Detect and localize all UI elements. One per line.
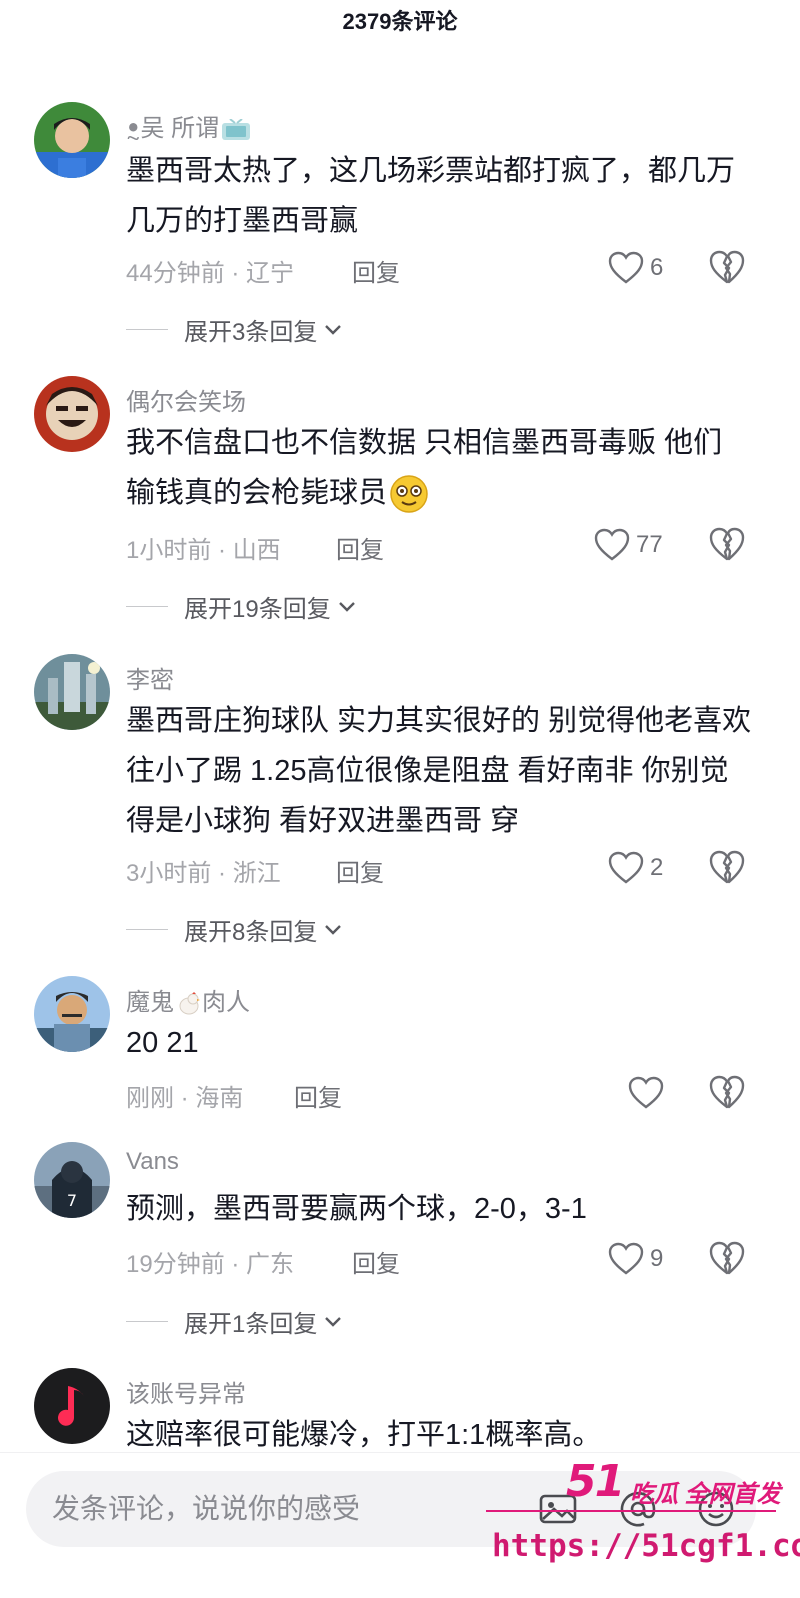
expand-replies-label: 展开8条回复 (184, 919, 318, 946)
comment-meta: 刚刚 · 海南 (126, 1085, 244, 1112)
comment-location: 山西 (232, 537, 281, 564)
heart-icon (608, 251, 644, 284)
like-button[interactable]: 2 (608, 851, 663, 885)
comment-username[interactable]: 该账号异常 (126, 1374, 246, 1409)
comment-location: 浙江 (232, 860, 281, 887)
like-count: 9 (650, 1245, 664, 1272)
dislike-button[interactable] (708, 249, 746, 285)
comment-location: 广东 (246, 1251, 295, 1278)
chevron-down-icon (325, 1316, 342, 1327)
divider-line (126, 606, 168, 607)
comment-username[interactable]: Vans (126, 1148, 179, 1176)
comment-time: 3小时前 (126, 860, 212, 887)
dislike-button[interactable] (708, 1074, 746, 1110)
comment-text: 墨西哥庄狗球队 实力其实很好的 别觉得他老喜欢往小了踢 1.25高位很像是阻盘 … (126, 705, 752, 837)
watermark-underline (486, 1510, 776, 1512)
comment-meta: 1小时前 · 山西 (126, 537, 281, 564)
heart-icon (594, 528, 630, 561)
divider-line (126, 1321, 168, 1322)
expand-replies-button[interactable]: 展开1条回复 (126, 1304, 343, 1339)
comment-username[interactable]: 偶尔会笑场 (126, 382, 246, 417)
chevron-down-icon (338, 601, 355, 612)
dislike-button[interactable] (708, 526, 746, 562)
dislike-button[interactable] (708, 1240, 746, 1276)
reply-button[interactable]: 回复 (336, 853, 384, 888)
heart-icon (608, 1242, 644, 1275)
avatar[interactable] (34, 102, 110, 178)
comment-input[interactable] (52, 1471, 512, 1547)
expand-replies-label: 展开1条回复 (184, 1311, 318, 1338)
watermark-url: https://51cgf1.com (492, 1528, 800, 1564)
watermark: 51 吃瓜 全网首发 https://51cgf1.com (486, 1452, 800, 1598)
comment-text: 我不信盘口也不信数据 只相信墨西哥毒贩 他们输钱真的会枪毙球员 (126, 418, 736, 518)
chevron-down-icon (325, 924, 342, 935)
comment-meta: 19分钟前 · 广东 (126, 1251, 295, 1278)
like-count: 77 (636, 531, 663, 558)
divider-line (126, 929, 168, 930)
divider-line (126, 329, 168, 330)
comment-meta: 44分钟前 · 辽宁 (126, 260, 295, 287)
like-button[interactable]: 77 (594, 528, 663, 562)
expand-replies-button[interactable]: 展开19条回复 (126, 589, 357, 624)
reply-button[interactable]: 回复 (336, 530, 384, 565)
comment-text: 墨西哥太热了，这几场彩票站都打疯了，都几万几万的打墨西哥赢 (126, 155, 736, 237)
comment-text: 预测，墨西哥要赢两个球，2-0，3-1 (126, 1193, 587, 1225)
comment-username[interactable]: 魔鬼 肉人 (126, 982, 250, 1017)
comment-username[interactable]: ꔸ吴 所谓 (126, 108, 251, 143)
like-button[interactable] (628, 1076, 664, 1110)
comment-time: 44分钟前 (126, 260, 225, 287)
comment-text: 20 21 (126, 1027, 199, 1059)
expand-replies-label: 展开3条回复 (184, 319, 318, 346)
tv-emoji-icon (221, 117, 251, 141)
chevron-down-icon (325, 324, 342, 335)
avatar[interactable]: 7 (34, 1142, 110, 1218)
watermark-brand: 51 (566, 1456, 625, 1507)
comment-count-title: 2379条评论 (342, 9, 458, 34)
avatar[interactable] (34, 376, 110, 452)
expand-replies-button[interactable]: 展开8条回复 (126, 912, 343, 947)
reply-button[interactable]: 回复 (352, 253, 400, 288)
dizzy-face-emoji-icon (389, 474, 429, 514)
comment-location: 辽宁 (246, 260, 295, 287)
avatar[interactable] (34, 1368, 110, 1444)
like-button[interactable]: 9 (608, 1242, 663, 1276)
comment-time: 1小时前 (126, 537, 212, 564)
comment-location: 海南 (195, 1085, 244, 1112)
broken-heart-icon (709, 527, 745, 561)
avatar[interactable] (34, 976, 110, 1052)
heart-icon (608, 851, 644, 884)
like-button[interactable]: 6 (608, 251, 663, 285)
expand-replies-button[interactable]: 展开3条回复 (126, 312, 343, 347)
reply-button[interactable]: 回复 (352, 1244, 400, 1279)
broken-heart-icon (709, 1241, 745, 1275)
dislike-button[interactable] (708, 849, 746, 885)
expand-replies-label: 展开19条回复 (184, 596, 331, 623)
comment-meta: 3小时前 · 浙江 (126, 860, 281, 887)
like-count: 6 (650, 254, 664, 281)
like-count: 2 (650, 854, 664, 881)
broken-heart-icon (709, 850, 745, 884)
chicken-emoji-icon (176, 991, 202, 1017)
comments-header: 2379条评论 (0, 0, 800, 44)
heart-icon (628, 1076, 664, 1109)
broken-heart-icon (709, 250, 745, 284)
comment-time: 刚刚 (126, 1085, 174, 1112)
svg-text:7: 7 (67, 1191, 77, 1210)
watermark-slogan: 吃瓜 全网首发 (630, 1481, 781, 1508)
broken-heart-icon (709, 1075, 745, 1109)
comment-username[interactable]: 李密 (126, 660, 174, 695)
avatar[interactable] (34, 654, 110, 730)
comment-time: 19分钟前 (126, 1251, 225, 1278)
reply-button[interactable]: 回复 (294, 1078, 342, 1113)
